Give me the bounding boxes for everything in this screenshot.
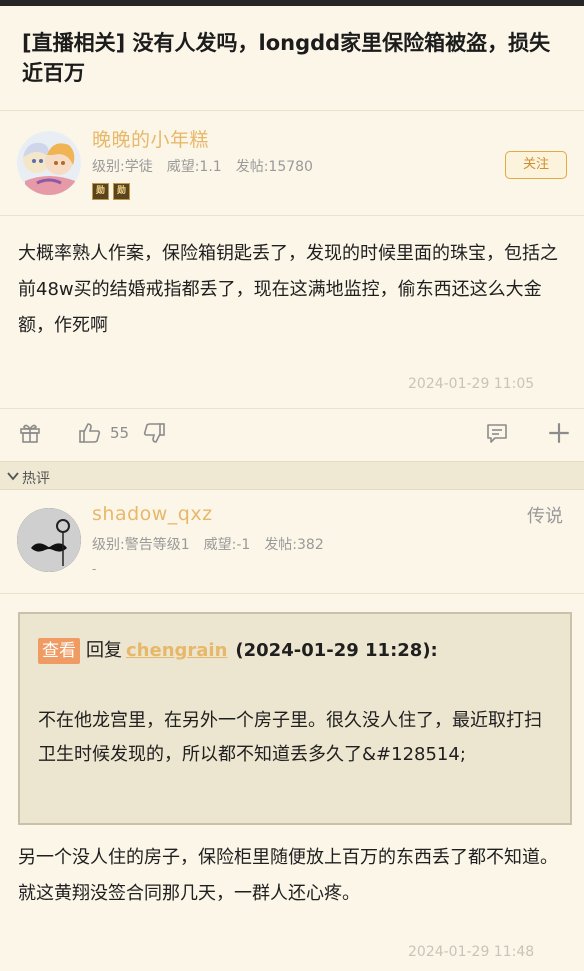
reply-word: 回复 bbox=[86, 640, 122, 661]
reply-author-level: 级别:警告等级1 bbox=[92, 537, 190, 553]
reply-timestamp: 2024-01-29 11:48 bbox=[408, 944, 535, 960]
divider bbox=[0, 110, 584, 111]
add-button[interactable] bbox=[546, 418, 572, 448]
gift-icon bbox=[20, 424, 40, 443]
plus-icon bbox=[549, 423, 569, 443]
post-timestamp: 2024-01-29 11:05 bbox=[408, 376, 535, 392]
medal-badge: 勋 bbox=[92, 183, 109, 200]
hot-comments-label: 热评 bbox=[22, 471, 50, 487]
reply-author-name[interactable]: shadow_qxz bbox=[92, 503, 213, 525]
check-button[interactable]: 查看 bbox=[38, 638, 80, 664]
action-bar: 55 bbox=[0, 418, 584, 450]
follow-button[interactable]: 关注 bbox=[505, 151, 567, 179]
comment-button[interactable] bbox=[485, 418, 509, 448]
like-button[interactable]: 55 bbox=[78, 418, 129, 448]
divider bbox=[0, 593, 584, 594]
reply-author-posts: 发帖:382 bbox=[264, 537, 324, 553]
thumb-down-icon bbox=[143, 423, 165, 443]
gift-button[interactable] bbox=[18, 418, 42, 448]
thumb-up-icon bbox=[79, 423, 101, 443]
like-count: 55 bbox=[110, 424, 130, 442]
author-avatar[interactable] bbox=[17, 131, 81, 195]
reply-tag: 传说 bbox=[527, 506, 563, 527]
reply-author-extra: - bbox=[92, 562, 97, 576]
author-prestige: 威望:1.1 bbox=[166, 159, 222, 175]
medal-badge: 勋 bbox=[113, 183, 130, 200]
quote-header: 查看 回复 chengrain (2024-01-29 11:28): bbox=[38, 636, 438, 664]
chevron-down-icon bbox=[7, 472, 19, 481]
author-badges: 勋 勋 bbox=[92, 183, 130, 200]
divider bbox=[0, 215, 584, 216]
quoted-user-link[interactable]: chengrain bbox=[126, 640, 227, 661]
post-title: [直播相关] 没有人发吗，longdd家里保险箱被盗，损失近百万 bbox=[22, 31, 551, 85]
reply-author-avatar[interactable] bbox=[17, 508, 81, 572]
status-bar bbox=[0, 0, 584, 6]
divider bbox=[0, 408, 584, 409]
post-content: 大概率熟人作案，保险箱钥匙丢了，发现的时候里面的珠宝，包括之前48w买的结婚戒指… bbox=[18, 243, 558, 336]
quote-block: 查看 回复 chengrain (2024-01-29 11:28): 不在他龙宫里，… bbox=[18, 612, 572, 825]
comment-icon bbox=[487, 424, 507, 443]
mustache-avatar bbox=[17, 508, 81, 572]
reply-author-prestige: 威望:-1 bbox=[203, 537, 251, 553]
reply-author-meta: 级别:警告等级1 威望:-1 发帖:382 bbox=[92, 534, 324, 554]
author-posts: 发帖:15780 bbox=[235, 159, 313, 175]
reply-content: 另一个没人住的房子，保险柜里随便放上百万的东西丢了都不知道。就这黄翔没签合同那几… bbox=[18, 847, 558, 904]
anime-avatar bbox=[17, 131, 81, 195]
dislike-button[interactable] bbox=[142, 418, 166, 448]
quote-time: (2024-01-29 11:28): bbox=[235, 640, 438, 661]
quote-text: 不在他龙宫里，在另外一个房子里。很久没人住了，最近取打扫卫生时候发现的，所以都不… bbox=[38, 710, 542, 765]
hot-comments-header[interactable]: 热评 bbox=[0, 461, 584, 490]
author-meta: 级别:学徒 威望:1.1 发帖:15780 bbox=[92, 156, 313, 176]
author-name[interactable]: 晚晚的小年糕 bbox=[92, 125, 209, 152]
author-level: 级别:学徒 bbox=[92, 159, 153, 175]
